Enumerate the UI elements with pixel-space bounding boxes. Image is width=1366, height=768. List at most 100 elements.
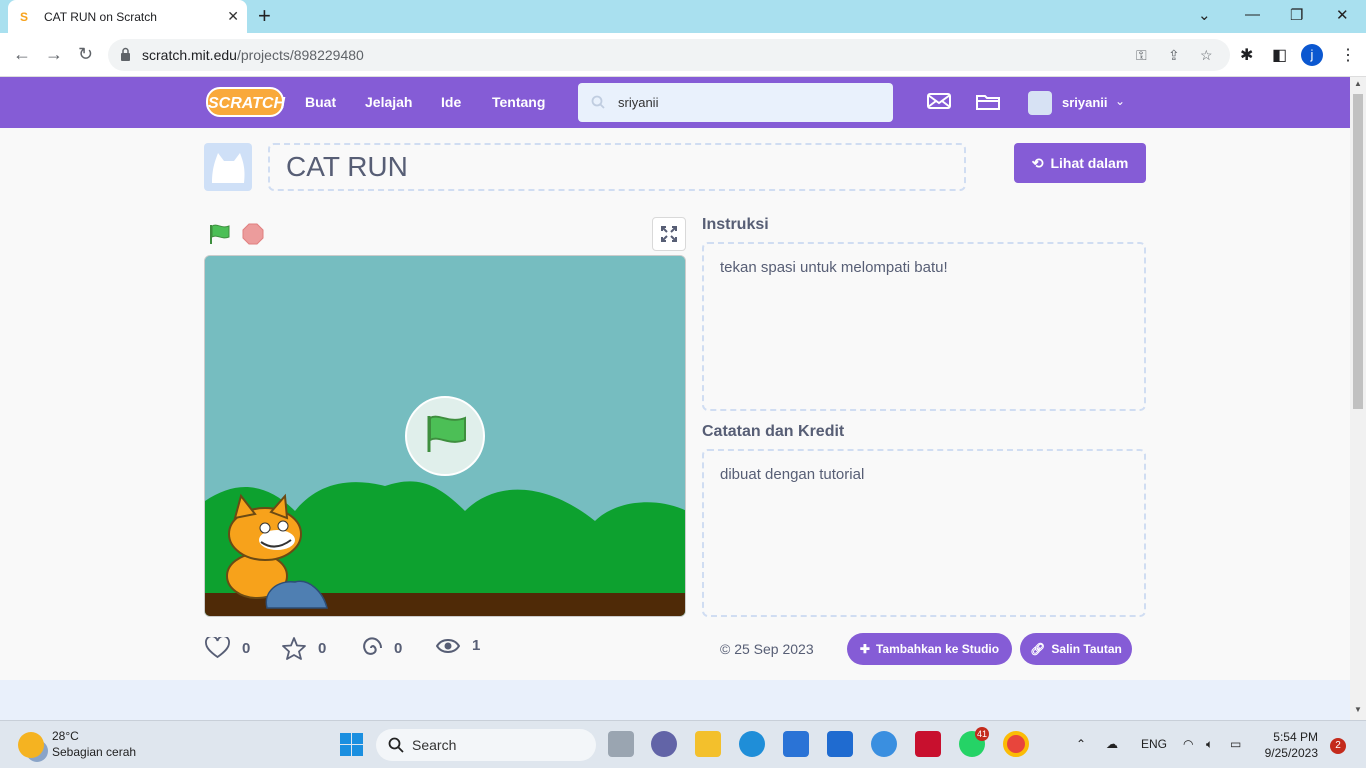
nav-about[interactable]: Tentang: [492, 94, 545, 110]
tab-title: CAT RUN on Scratch: [44, 9, 157, 24]
green-flag-overlay-icon[interactable]: [425, 414, 467, 454]
search-input[interactable]: sriyanii: [578, 83, 893, 122]
nav-create[interactable]: Buat: [305, 94, 336, 110]
remix-spiral-icon: [363, 637, 382, 655]
nav-ideas[interactable]: Ide: [441, 94, 461, 110]
restore-button[interactable]: ❐: [1290, 6, 1303, 24]
cat-silhouette-icon: [212, 153, 245, 183]
user-avatar[interactable]: [1028, 91, 1052, 115]
username[interactable]: sriyanii: [1062, 95, 1108, 110]
star-icon: [282, 637, 306, 660]
whatsapp-badge: 41: [975, 727, 990, 741]
side-panel-icon[interactable]: ◧: [1272, 45, 1287, 65]
add-to-studio-label: Tambahkan ke Studio: [875, 642, 1000, 656]
wifi-icon[interactable]: ◠: [1183, 737, 1193, 751]
minimize-button[interactable]: —: [1245, 6, 1260, 23]
chrome-icon[interactable]: [1003, 731, 1029, 757]
plus-icon: ✚: [859, 642, 870, 656]
windows-taskbar: 28°C Sebagian cerah Search 41 ⌃ ☁ ENG ◠ …: [0, 720, 1366, 768]
back-icon[interactable]: ←: [13, 44, 31, 65]
footer-band: [0, 680, 1350, 720]
tab-search-icon[interactable]: ⌄: [1198, 6, 1211, 24]
onedrive-icon[interactable]: ☁: [1106, 737, 1118, 751]
tab-close-icon[interactable]: ✕: [227, 8, 239, 25]
scratch-page: SCRATCH Buat Jelajah Ide Tentang sriyani…: [0, 77, 1350, 720]
share-date: © 25 Sep 2023: [720, 641, 814, 657]
get-help-icon[interactable]: [871, 731, 897, 757]
nav-explore[interactable]: Jelajah: [365, 94, 412, 110]
scratch-logo[interactable]: SCRATCH: [206, 87, 285, 117]
temperature: 28°C: [52, 729, 79, 743]
clock-date: 9/25/2023: [1264, 746, 1318, 760]
search-icon: [591, 95, 605, 109]
url-path: /projects/898229480: [236, 47, 364, 63]
task-view-icon[interactable]: [608, 731, 634, 757]
volume-icon[interactable]: 🔈︎: [1206, 737, 1213, 752]
taskbar-search[interactable]: Search: [376, 729, 596, 761]
close-window-button[interactable]: ✕: [1336, 6, 1349, 24]
file-explorer-icon[interactable]: [695, 731, 721, 757]
url-host: scratch.mit.edu: [142, 47, 237, 63]
page-scrollbar[interactable]: ▲ ▼: [1350, 77, 1366, 720]
scroll-down-icon[interactable]: ▼: [1354, 705, 1362, 714]
browser-tab[interactable]: S CAT RUN on Scratch ✕: [8, 0, 247, 33]
messages-icon[interactable]: [927, 91, 951, 111]
copy-link-label: Salin Tautan: [1051, 642, 1122, 656]
add-to-studio-button[interactable]: ✚ Tambahkan ke Studio: [847, 633, 1012, 665]
copy-link-button[interactable]: 🔗︎ Salin Tautan: [1020, 633, 1132, 665]
profile-avatar[interactable]: j: [1301, 44, 1323, 66]
instructions-heading: Instruksi: [702, 216, 769, 233]
reload-icon[interactable]: ↻: [78, 44, 93, 65]
scrollbar-thumb[interactable]: [1353, 94, 1363, 409]
weather-sun-icon: [18, 732, 44, 758]
weather-widget[interactable]: 28°C Sebagian cerah: [18, 729, 136, 759]
project-title-input[interactable]: CAT RUN: [268, 143, 966, 191]
forward-icon[interactable]: →: [45, 44, 63, 65]
see-inside-button[interactable]: ⟲ Lihat dalam: [1014, 143, 1146, 183]
teams-chat-icon[interactable]: [651, 731, 677, 757]
search-value: sriyanii: [618, 95, 659, 110]
address-bar[interactable]: scratch.mit.edu/projects/898229480 ⚿ ⇪ ☆: [108, 39, 1230, 71]
project-stage[interactable]: [204, 255, 686, 617]
stop-sign-icon[interactable]: [242, 223, 264, 245]
myhp-icon[interactable]: [827, 731, 853, 757]
scratch-navbar: SCRATCH Buat Jelajah Ide Tentang sriyani…: [0, 77, 1350, 128]
microsoft-store-icon[interactable]: [783, 731, 809, 757]
fullscreen-button[interactable]: [652, 217, 686, 251]
system-clock[interactable]: 5:54 PM 9/25/2023: [1262, 729, 1318, 761]
notification-badge[interactable]: 2: [1330, 738, 1346, 754]
chevron-down-icon[interactable]: ⌄: [1115, 94, 1125, 108]
my-stuff-folder-icon[interactable]: [976, 91, 1000, 111]
edge-icon[interactable]: [739, 731, 765, 757]
weather-desc: Sebagian cerah: [52, 745, 137, 759]
menu-kebab-icon[interactable]: ⋮: [1340, 45, 1356, 65]
love-count: 0: [242, 639, 251, 657]
battery-icon[interactable]: ▭: [1230, 737, 1241, 751]
copyright-icon: ©: [720, 641, 731, 657]
mcafee-icon[interactable]: [915, 731, 941, 757]
favorite-count: 0: [318, 640, 327, 657]
extensions-icon[interactable]: ✱: [1240, 45, 1253, 65]
love-stat[interactable]: 0: [205, 637, 250, 659]
language-indicator[interactable]: ENG: [1141, 737, 1167, 751]
scroll-up-icon[interactable]: ▲: [1354, 79, 1362, 88]
browser-tab-strip: S CAT RUN on Scratch ✕ + ⌄ — ❐ ✕: [0, 0, 1366, 33]
new-tab-button[interactable]: +: [258, 5, 271, 27]
share-icon[interactable]: ⇪: [1168, 47, 1180, 64]
views-count: 1: [472, 637, 481, 654]
favorite-stat[interactable]: 0: [282, 637, 326, 660]
instructions-textarea[interactable]: tekan spasi untuk melompati batu!: [702, 242, 1146, 411]
notes-textarea[interactable]: dibuat dengan tutorial: [702, 449, 1146, 617]
key-icon[interactable]: ⚿: [1136, 47, 1147, 64]
remix-arrows-icon: ⟲: [1031, 154, 1044, 171]
green-flag-icon[interactable]: [208, 223, 232, 245]
show-hidden-icons[interactable]: ⌃: [1076, 737, 1086, 751]
fullscreen-icon: [661, 226, 677, 242]
link-icon: 🔗︎: [1030, 642, 1046, 656]
share-date-text: 25 Sep 2023: [734, 641, 814, 657]
lock-icon: [121, 47, 130, 61]
views-stat: 1: [436, 637, 480, 654]
windows-start-icon[interactable]: [340, 733, 363, 756]
project-author-avatar[interactable]: [204, 143, 252, 191]
bookmark-star-icon[interactable]: ☆: [1200, 47, 1213, 64]
